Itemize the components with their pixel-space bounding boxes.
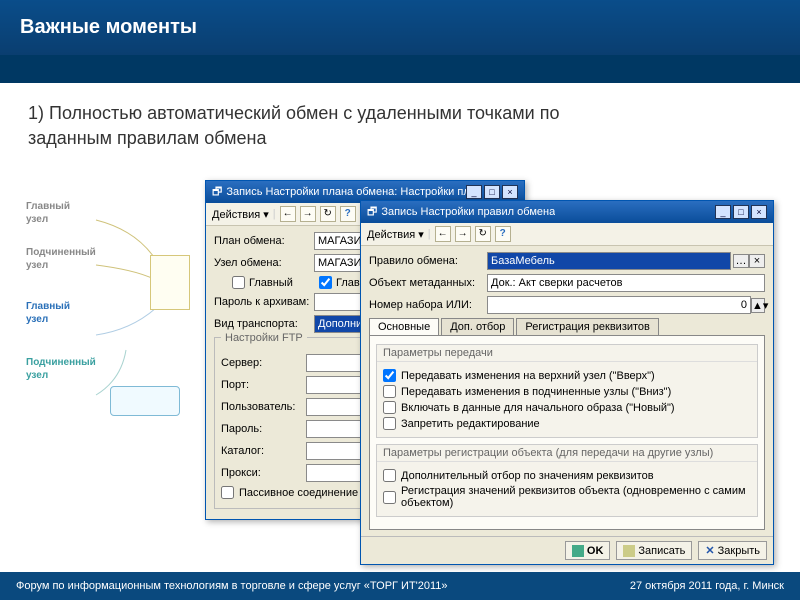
label: Регистрация значений реквизитов объекта … [401,485,751,509]
footer-left: Форум по информационным технологиям в то… [16,580,448,592]
label: Номер набора ИЛИ: [369,299,487,311]
nav-fwd-icon[interactable]: → [455,226,471,242]
cb-extra-filter[interactable] [383,469,396,482]
footer: Форум по информационным технологиям в то… [0,572,800,600]
accent-band [0,55,800,83]
main-checkbox[interactable] [232,276,245,289]
group-register: Параметры регистрации объекта (для перед… [376,444,758,517]
close-button[interactable]: × [751,205,767,219]
label: Включать в данные для начального образа … [401,402,675,414]
cb-down[interactable] [383,385,396,398]
footer-right: 27 октября 2011 года, г. Минск [630,580,784,592]
group-title: Параметры передачи [377,345,757,362]
minimize-button[interactable]: _ [466,185,482,199]
window-icon: 🗗 [212,183,222,202]
window-title: Запись Настройки правил обмена [381,206,555,218]
cb-up[interactable] [383,369,396,382]
cb-new[interactable] [383,401,396,414]
nav-back-icon[interactable]: ← [280,206,296,222]
fieldset-legend: Настройки FTP [221,332,307,344]
group-title: Параметры регистрации объекта (для перед… [377,445,757,462]
spinner-icon[interactable]: ▲▾ [751,298,765,313]
ok-button[interactable]: OK [565,541,611,560]
diagram-box [150,255,190,310]
label: Пароль: [221,423,306,435]
tab-extra[interactable]: Доп. отбор [441,318,514,335]
label: Пароль к архивам: [214,296,314,308]
bullet-1: 1) Полностью автоматический обмен с удал… [28,101,588,151]
label: Вид транспорта: [214,318,314,330]
set-input[interactable] [487,296,751,314]
clear-button[interactable]: × [749,254,765,268]
main-checkbox-2[interactable] [319,276,332,289]
slide-title: Важные моменты [0,0,800,55]
minimize-button[interactable]: _ [715,205,731,219]
toolbar: Действия ▾ | ← → ↻ ? [361,223,773,246]
group-transfer: Параметры передачи Передавать изменения … [376,344,758,438]
close-button[interactable]: × [502,185,518,199]
refresh-icon[interactable]: ↻ [475,226,491,242]
label: Дополнительный отбор по значениям реквиз… [401,470,654,482]
label: Порт: [221,379,306,391]
diagram-box [110,386,180,416]
close-button[interactable]: ✕Закрыть [698,541,767,560]
lookup-button[interactable]: … [733,254,749,268]
refresh-icon[interactable]: ↻ [320,206,336,222]
maximize-button[interactable]: □ [484,185,500,199]
label: Запретить редактирование [401,418,540,430]
ok-icon [572,545,584,557]
label: Главный [249,277,319,289]
label: Объект метаданных: [369,277,487,289]
save-button[interactable]: Записать [616,541,692,560]
close-icon: ✕ [705,544,714,557]
label: План обмена: [214,235,314,247]
tab-reg[interactable]: Регистрация реквизитов [516,318,658,335]
label: Узел обмена: [214,257,314,269]
help-icon[interactable]: ? [495,226,511,242]
window-icon: 🗗 [367,203,377,222]
actions-menu[interactable]: Действия ▾ [212,208,269,221]
save-icon [623,545,635,557]
nav-fwd-icon[interactable]: → [300,206,316,222]
label: Пассивное соединение [239,487,358,499]
window-exchange-rules: 🗗 Запись Настройки правил обмена _ □ × Де… [360,200,774,565]
actions-menu[interactable]: Действия ▾ [367,228,424,241]
label: Пользователь: [221,401,306,413]
cb-lock[interactable] [383,417,396,430]
passive-checkbox[interactable] [221,486,234,499]
label: Передавать изменения в подчиненные узлы … [401,386,671,398]
maximize-button[interactable]: □ [733,205,749,219]
label: Сервер: [221,357,306,369]
label: Передавать изменения на верхний узел ("В… [401,370,655,382]
rule-input[interactable] [487,252,731,270]
window-title: Запись Настройки плана обмена: Настройки… [226,186,466,198]
slide-body: 1) Полностью автоматический обмен с удал… [0,83,800,169]
tabs: Основные Доп. отбор Регистрация реквизит… [369,318,765,336]
button-bar: OK Записать ✕Закрыть [361,536,773,564]
label: Правило обмена: [369,255,487,267]
label: Прокси: [221,467,306,479]
meta-input[interactable] [487,274,765,292]
cb-reg-values[interactable] [383,491,396,504]
help-icon[interactable]: ? [340,206,356,222]
titlebar[interactable]: 🗗 Запись Настройки правил обмена _ □ × [361,201,773,223]
label: Каталог: [221,445,306,457]
nav-back-icon[interactable]: ← [435,226,451,242]
tab-main[interactable]: Основные [369,318,439,335]
